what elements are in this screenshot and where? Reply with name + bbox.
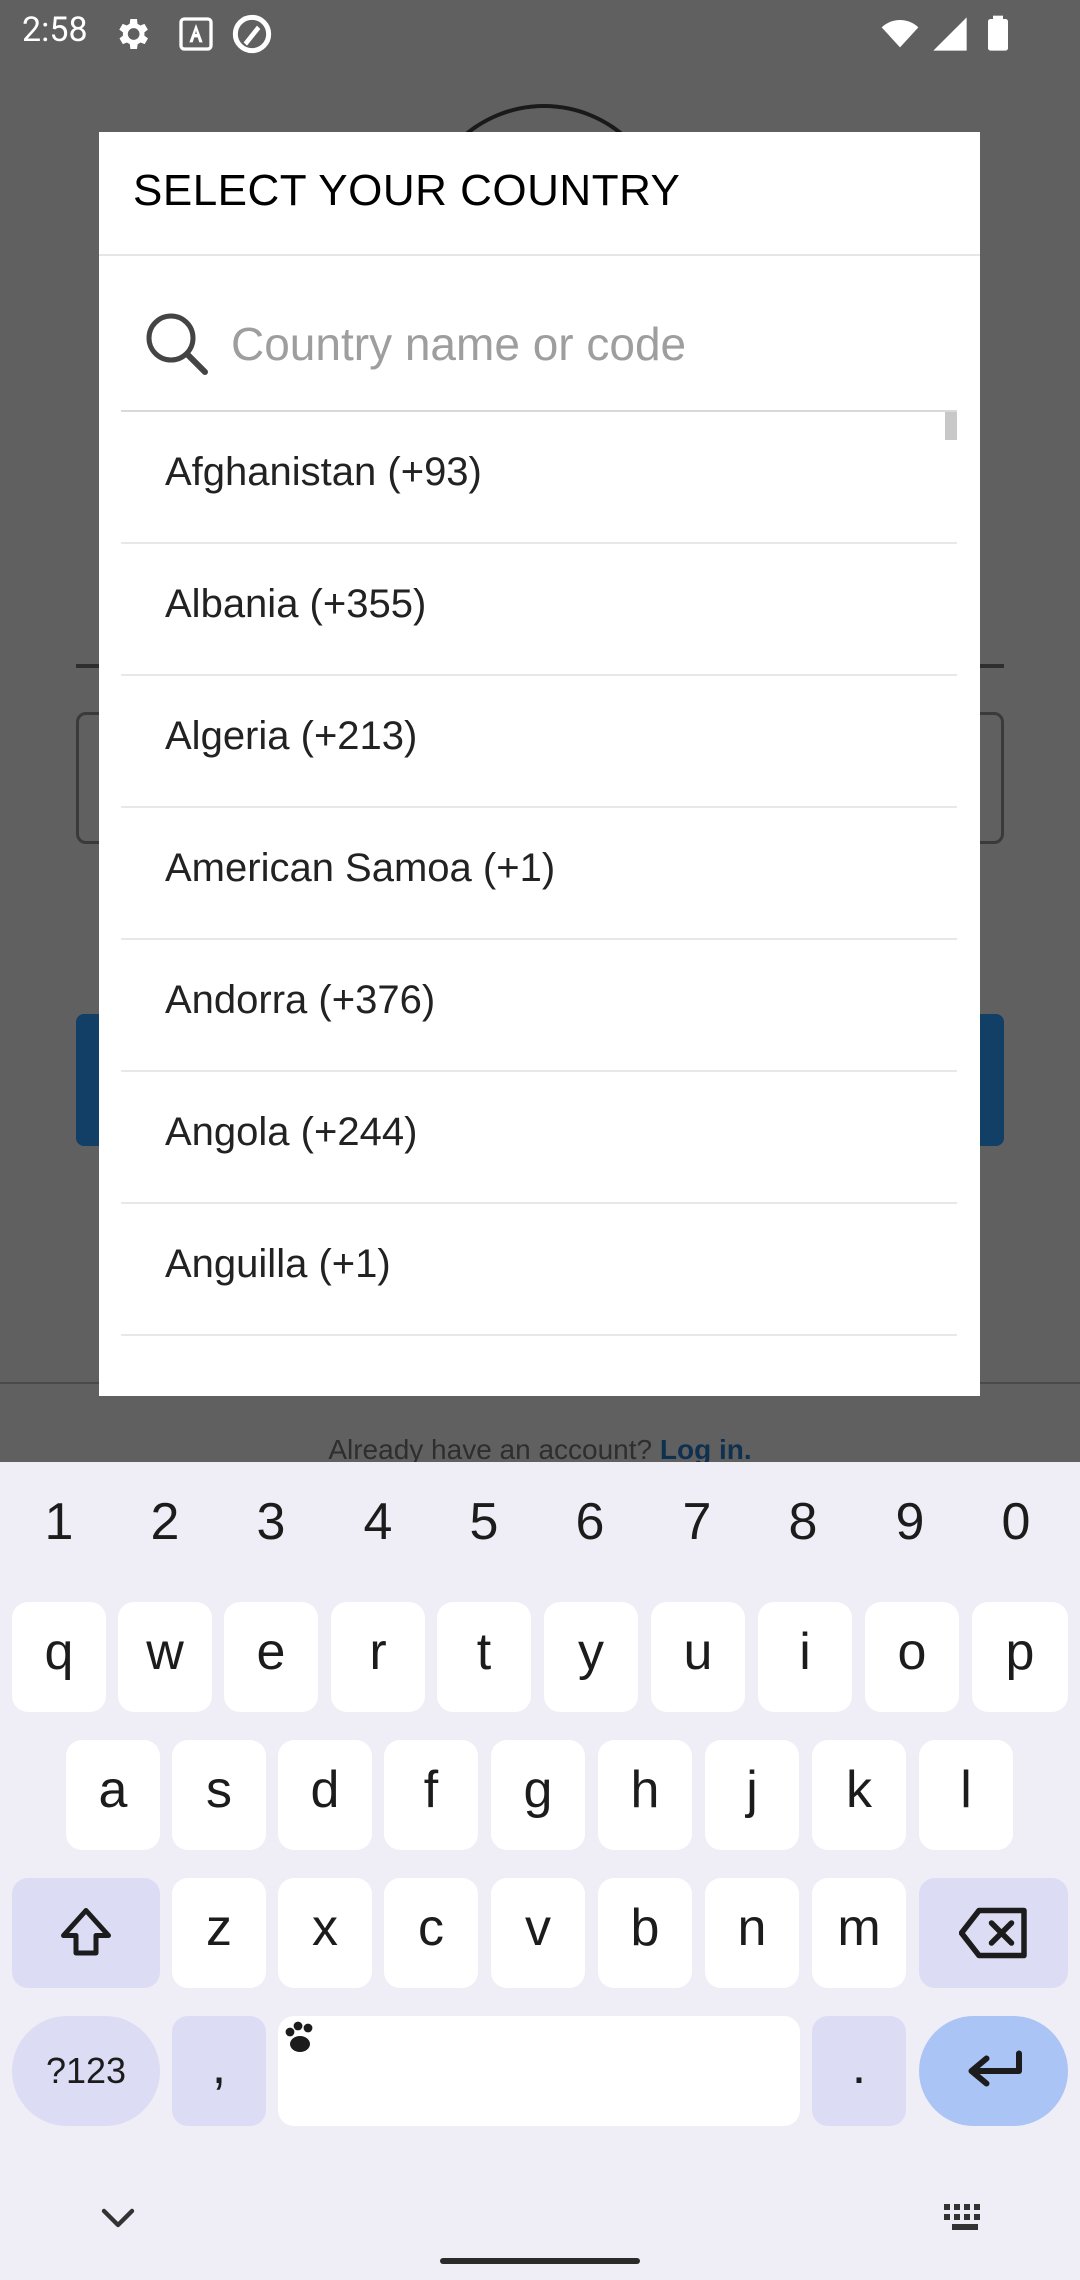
comma-key[interactable]: , bbox=[172, 2016, 266, 2126]
key-4[interactable]: 4 bbox=[328, 1492, 428, 1552]
login-link: Log in. bbox=[659, 1434, 752, 1465]
battery-icon bbox=[988, 15, 1008, 51]
key-3[interactable]: 3 bbox=[221, 1492, 321, 1552]
key-u[interactable]: u bbox=[651, 1602, 745, 1712]
country-label: Angola (+244) bbox=[165, 1110, 418, 1154]
key-x[interactable]: x bbox=[278, 1878, 372, 1988]
app-logo-icon bbox=[232, 14, 272, 54]
space-key[interactable] bbox=[278, 2016, 800, 2126]
key-m[interactable]: m bbox=[812, 1878, 906, 1988]
key-5[interactable]: 5 bbox=[434, 1492, 534, 1552]
gear-icon bbox=[119, 19, 148, 49]
key-z[interactable]: z bbox=[172, 1878, 266, 1988]
key-w[interactable]: w bbox=[118, 1602, 212, 1712]
key-t[interactable]: t bbox=[437, 1602, 531, 1712]
key-y[interactable]: y bbox=[544, 1602, 638, 1712]
country-label: Andorra (+376) bbox=[165, 978, 436, 1022]
list-item[interactable]: American Samoa (+1) bbox=[121, 808, 957, 940]
shift-key[interactable] bbox=[12, 1878, 160, 1988]
key-i[interactable]: i bbox=[758, 1602, 852, 1712]
key-e[interactable]: e bbox=[224, 1602, 318, 1712]
login-prompt-text: Already have an account? bbox=[328, 1434, 653, 1465]
key-c[interactable]: c bbox=[384, 1878, 478, 1988]
country-list[interactable]: Afghanistan (+93) Albania (+355) Algeria… bbox=[121, 412, 957, 1396]
key-9[interactable]: 9 bbox=[860, 1492, 960, 1552]
key-f[interactable]: f bbox=[384, 1740, 478, 1850]
dialog-title: SELECT YOUR COUNTRY bbox=[133, 166, 681, 215]
list-item[interactable]: Algeria (+213) bbox=[121, 676, 957, 808]
key-l[interactable]: l bbox=[919, 1740, 1013, 1850]
navigation-handle[interactable] bbox=[440, 2258, 640, 2264]
country-label: Albania (+355) bbox=[165, 582, 427, 626]
key-6[interactable]: 6 bbox=[540, 1492, 640, 1552]
shift-icon bbox=[61, 1908, 111, 1956]
status-time: 2:58 bbox=[22, 10, 88, 50]
key-d[interactable]: d bbox=[278, 1740, 372, 1850]
list-scrollbar[interactable] bbox=[945, 412, 957, 440]
key-8[interactable]: 8 bbox=[753, 1492, 853, 1552]
enter-key[interactable] bbox=[919, 2016, 1068, 2126]
key-q[interactable]: q bbox=[12, 1602, 106, 1712]
key-r[interactable]: r bbox=[331, 1602, 425, 1712]
paw-icon bbox=[285, 2021, 313, 2052]
key-v[interactable]: v bbox=[491, 1878, 585, 1988]
key-1[interactable]: 1 bbox=[9, 1492, 109, 1552]
signal-icon bbox=[933, 17, 967, 51]
list-item[interactable]: Anguilla (+1) bbox=[121, 1204, 957, 1336]
wifi-icon bbox=[881, 20, 919, 48]
status-bar: 2:58 bbox=[0, 0, 1080, 66]
keyboard-switch-icon[interactable] bbox=[942, 2202, 988, 2232]
country-search-input[interactable] bbox=[231, 304, 931, 384]
symbols-key[interactable]: ?123 bbox=[12, 2016, 160, 2126]
key-2[interactable]: 2 bbox=[115, 1492, 215, 1552]
key-s[interactable]: s bbox=[172, 1740, 266, 1850]
key-n[interactable]: n bbox=[705, 1878, 799, 1988]
country-label: Afghanistan (+93) bbox=[165, 450, 482, 494]
key-b[interactable]: b bbox=[598, 1878, 692, 1988]
key-a[interactable]: a bbox=[66, 1740, 160, 1850]
list-item[interactable]: Angola (+244) bbox=[121, 1072, 957, 1204]
key-p[interactable]: p bbox=[972, 1602, 1068, 1712]
text-a-icon bbox=[179, 17, 213, 51]
country-label: Algeria (+213) bbox=[165, 714, 418, 758]
country-label: Anguilla (+1) bbox=[165, 1242, 391, 1286]
backspace-icon bbox=[958, 1907, 1027, 1959]
key-o[interactable]: o bbox=[865, 1602, 959, 1712]
key-7[interactable]: 7 bbox=[647, 1492, 747, 1552]
enter-icon bbox=[968, 2050, 1022, 2087]
key-0[interactable]: 0 bbox=[966, 1492, 1066, 1552]
country-picker-dialog: SELECT YOUR COUNTRY Afghanistan (+93) Al… bbox=[99, 132, 980, 1396]
title-divider bbox=[99, 254, 980, 256]
key-j[interactable]: j bbox=[705, 1740, 799, 1850]
search-icon bbox=[146, 313, 208, 375]
key-h[interactable]: h bbox=[598, 1740, 692, 1850]
key-k[interactable]: k bbox=[812, 1740, 906, 1850]
country-label: American Samoa (+1) bbox=[165, 846, 556, 890]
on-screen-keyboard: 1 2 3 4 5 6 7 8 9 0 q w e r t y u i o p … bbox=[0, 1462, 1080, 2280]
key-g[interactable]: g bbox=[491, 1740, 585, 1850]
chevron-down-icon[interactable] bbox=[98, 2202, 138, 2232]
list-item[interactable]: Afghanistan (+93) bbox=[121, 412, 957, 544]
period-key[interactable]: . bbox=[812, 2016, 906, 2126]
backspace-key[interactable] bbox=[919, 1878, 1068, 1988]
list-item[interactable]: Albania (+355) bbox=[121, 544, 957, 676]
list-item[interactable]: Andorra (+376) bbox=[121, 940, 957, 1072]
